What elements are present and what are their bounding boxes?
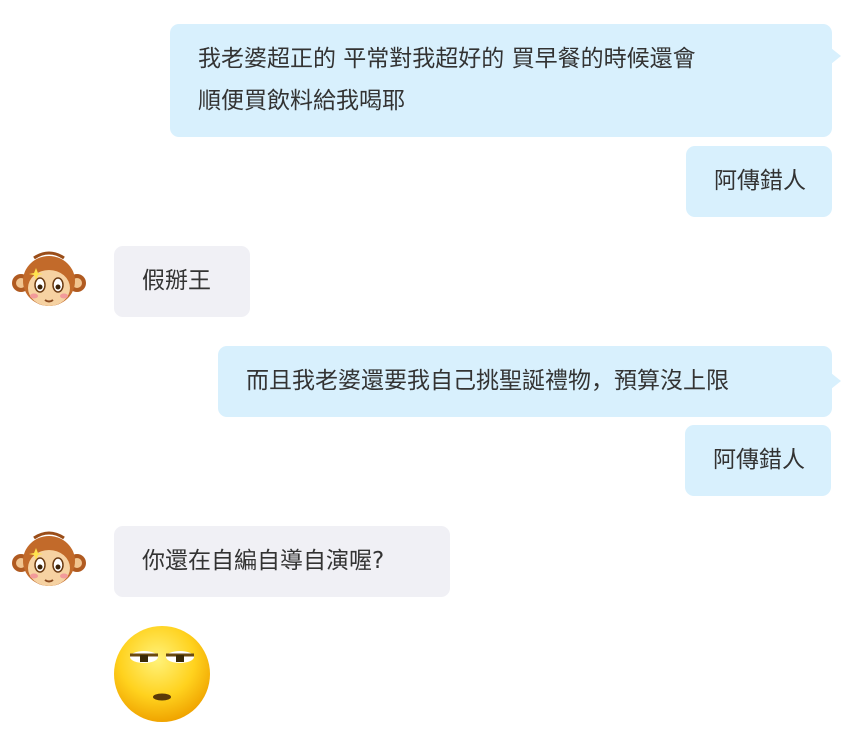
message-text-line: 我老婆超正的 平常對我超好的 買早餐的時候還會 [198,46,696,72]
incoming-message-bubble[interactable]: 你還在自編自導自演喔? [114,526,450,597]
message-text: 而且我老婆還要我自己挑聖誕禮物，預算沒上限 [246,368,729,394]
outgoing-message-bubble[interactable]: 阿傳錯人 [685,425,831,496]
bubble-tail [831,48,841,64]
monkey-avatar[interactable] [12,246,86,320]
incoming-message-bubble[interactable]: 假掰王 [114,246,250,317]
outgoing-message-bubble[interactable]: 而且我老婆還要我自己挑聖誕禮物，預算沒上限 [218,346,841,417]
message-text-line: 順便買飲料給我喝耶 [198,88,405,114]
message-text: 假掰王 [142,268,211,294]
eye-roll-emoji[interactable] [112,624,212,724]
monkey-avatar[interactable] [12,526,86,600]
message-text: 阿傳錯人 [714,168,806,194]
outgoing-message-bubble[interactable]: 阿傳錯人 [686,146,832,217]
message-text: 你還在自編自導自演喔? [142,548,385,574]
message-text: 阿傳錯人 [713,447,805,473]
outgoing-message-bubble[interactable]: 我老婆超正的 平常對我超好的 買早餐的時候還會 順便買飲料給我喝耶 [170,24,841,137]
bubble-tail [831,373,841,389]
chat-transcript: 我老婆超正的 平常對我超好的 買早餐的時候還會 順便買飲料給我喝耶 阿傳錯人 假… [0,0,858,736]
